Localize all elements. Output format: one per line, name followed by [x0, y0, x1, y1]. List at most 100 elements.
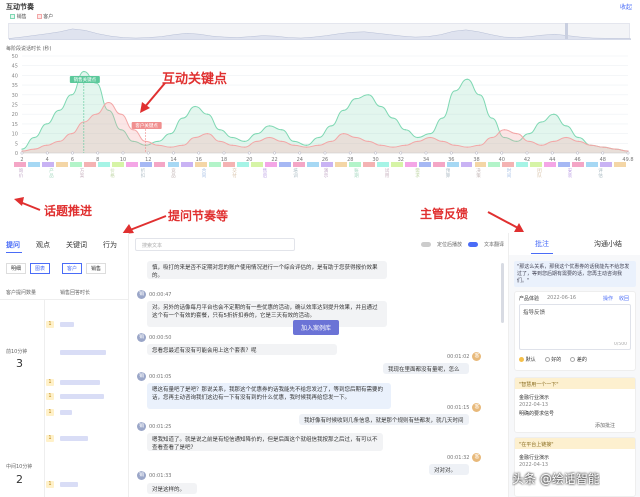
- message-bubble-highlighted[interactable]: 嗯这有量吧了是吧？那说关系，我那这个优惠券的话我能先不给您发过了，等到您后期有需…: [147, 383, 391, 409]
- answer-bar[interactable]: [60, 482, 78, 487]
- answer-bar[interactable]: [60, 322, 74, 327]
- rating-default[interactable]: 默认: [519, 356, 536, 363]
- topic-label[interactable]: 合同: [201, 169, 207, 179]
- add-comment-link[interactable]: 添加批注: [595, 422, 615, 429]
- timeline-overview-scrubber[interactable]: [8, 23, 632, 41]
- message-bubble[interactable]: 嗯我知道了。就是说之前是有短信通知降价的，但是后面这个就组信我按那之后过，有可以…: [147, 433, 383, 451]
- topic-segment[interactable]: [334, 162, 347, 167]
- question-badge[interactable]: 1: [46, 435, 54, 442]
- feedback-textarea[interactable]: 指导反馈 0/500: [519, 304, 631, 350]
- topic-label[interactable]: 竞品: [171, 169, 177, 179]
- message-bubble[interactable]: 您看您最近有没有可能会用上这个套表？呢: [147, 344, 337, 355]
- topic-segment[interactable]: [614, 162, 626, 167]
- message-bubble[interactable]: 我现在里面都没有量呢，怎么用？: [383, 363, 469, 374]
- answer-bar[interactable]: [60, 436, 88, 441]
- topic-label[interactable]: 决策: [476, 169, 482, 179]
- tab-keywords[interactable]: 关键词: [66, 240, 87, 250]
- topic-label[interactable]: 询价: [18, 169, 24, 179]
- topic-segment[interactable]: [502, 162, 515, 167]
- topic-label[interactable]: 方案: [79, 169, 85, 179]
- topic-segment[interactable]: [195, 162, 208, 167]
- answer-bar[interactable]: [60, 350, 106, 355]
- rating-good[interactable]: 好的: [544, 356, 561, 363]
- message-bubble[interactable]: 对是这样的。: [147, 483, 197, 494]
- filter-customer[interactable]: 客户: [62, 263, 83, 274]
- topic-segment[interactable]: [307, 162, 319, 167]
- speaking-time-chart[interactable]: 051015202530354045502 4 6 8 10 12 14 16 18 20 22 24…: [0, 50, 640, 165]
- topic-segment[interactable]: [125, 162, 138, 167]
- topic-segment[interactable]: [586, 162, 599, 167]
- topic-segment[interactable]: [446, 162, 459, 167]
- topic-segment[interactable]: [572, 162, 585, 167]
- topic-label[interactable]: 演示: [323, 169, 329, 179]
- legend-sales[interactable]: 销售: [10, 13, 27, 20]
- topic-segment[interactable]: [55, 162, 68, 167]
- retract-link[interactable]: 收回: [619, 295, 629, 302]
- topic-segment[interactable]: [223, 162, 236, 167]
- question-badge[interactable]: 1: [46, 409, 54, 416]
- search-input[interactable]: 搜索文本: [142, 242, 162, 249]
- topic-segment[interactable]: [209, 162, 222, 167]
- timestamp[interactable]: 00:01:33: [149, 473, 171, 479]
- timestamp[interactable]: 00:01:05: [149, 374, 171, 380]
- message-bubble[interactable]: 慎，吸打的来是否不定期对您的账户使用情况进行一个综合评估的，是有助于您获得报价效…: [147, 261, 387, 279]
- answer-bar[interactable]: [60, 410, 72, 415]
- topic-segment[interactable]: [544, 162, 557, 167]
- topic-segment[interactable]: [321, 162, 333, 167]
- topic-segment[interactable]: [418, 162, 431, 167]
- topic-segment[interactable]: [69, 162, 82, 167]
- topic-segment[interactable]: [14, 162, 26, 167]
- topic-label[interactable]: 时间: [506, 169, 512, 179]
- topic-segment[interactable]: [558, 162, 571, 167]
- edit-link[interactable]: 操作: [603, 295, 613, 302]
- scrubber-handle[interactable]: [565, 23, 568, 39]
- topic-segment[interactable]: [432, 162, 445, 167]
- topic-segment[interactable]: [167, 162, 180, 167]
- answer-bar[interactable]: [60, 394, 104, 399]
- transcript-search[interactable]: 搜索文本: [135, 238, 295, 251]
- topic-label[interactable]: 安装: [567, 169, 573, 179]
- topic-segment[interactable]: [265, 162, 278, 167]
- timestamp[interactable]: 00:00:47: [149, 292, 171, 298]
- topic-segment[interactable]: [390, 162, 403, 167]
- topic-segment[interactable]: [376, 162, 389, 167]
- topic-label[interactable]: 产品: [49, 169, 55, 179]
- topic-label[interactable]: 交付: [232, 169, 238, 179]
- tab-opinions[interactable]: 观点: [36, 240, 50, 250]
- question-badge[interactable]: 1: [46, 321, 54, 328]
- comment-card[interactable]: "在平台上链接" 金融行业演示 2022-04-13: [514, 437, 636, 497]
- topic-segment[interactable]: [181, 162, 194, 167]
- toggle-switch[interactable]: [468, 242, 479, 247]
- tab-behavior[interactable]: 行为: [103, 240, 117, 250]
- topic-segment[interactable]: [237, 162, 250, 167]
- filter-summary[interactable]: 图表: [30, 263, 51, 274]
- topic-label[interactable]: 折扣: [140, 169, 146, 179]
- topic-label[interactable]: 团队: [537, 169, 543, 179]
- timestamp[interactable]: 00:01:25: [149, 424, 171, 430]
- topic-segment[interactable]: [27, 162, 40, 167]
- topic-label[interactable]: 价格: [110, 169, 116, 179]
- topic-segment[interactable]: [139, 162, 152, 167]
- collapse-link[interactable]: 收起: [620, 2, 632, 11]
- topic-segment[interactable]: [488, 162, 501, 167]
- topic-segment[interactable]: [97, 162, 110, 167]
- topic-label[interactable]: 预算: [445, 169, 451, 179]
- topic-segment[interactable]: [362, 162, 375, 167]
- topic-segment[interactable]: [600, 162, 613, 167]
- topic-segment[interactable]: [293, 162, 306, 167]
- tab-questions[interactable]: 提问: [6, 240, 20, 250]
- question-badge[interactable]: 1: [46, 393, 54, 400]
- topic-segment[interactable]: [279, 162, 292, 167]
- topic-label[interactable]: 培训: [293, 169, 299, 179]
- topic-segment[interactable]: [111, 162, 124, 167]
- add-to-case-library-button[interactable]: 加入案例库: [293, 320, 340, 335]
- topic-segment[interactable]: [348, 162, 361, 167]
- topic-label[interactable]: 售后: [262, 169, 268, 179]
- legend-customer[interactable]: 客户: [36, 13, 53, 20]
- rating-bad[interactable]: 差的: [570, 356, 587, 363]
- topic-segment[interactable]: [516, 162, 529, 167]
- comment-card[interactable]: "智慧用一个一下" 金融行业演示 2022-04-13 明确的要求信号 添加批注: [514, 377, 636, 433]
- tab-summary[interactable]: 沟通小结: [575, 233, 640, 255]
- topic-segment[interactable]: [41, 162, 54, 167]
- message-bubble[interactable]: 我好像有时候收到几条信息，就是那个规则有些都发，就几天时间用完过。: [299, 414, 469, 425]
